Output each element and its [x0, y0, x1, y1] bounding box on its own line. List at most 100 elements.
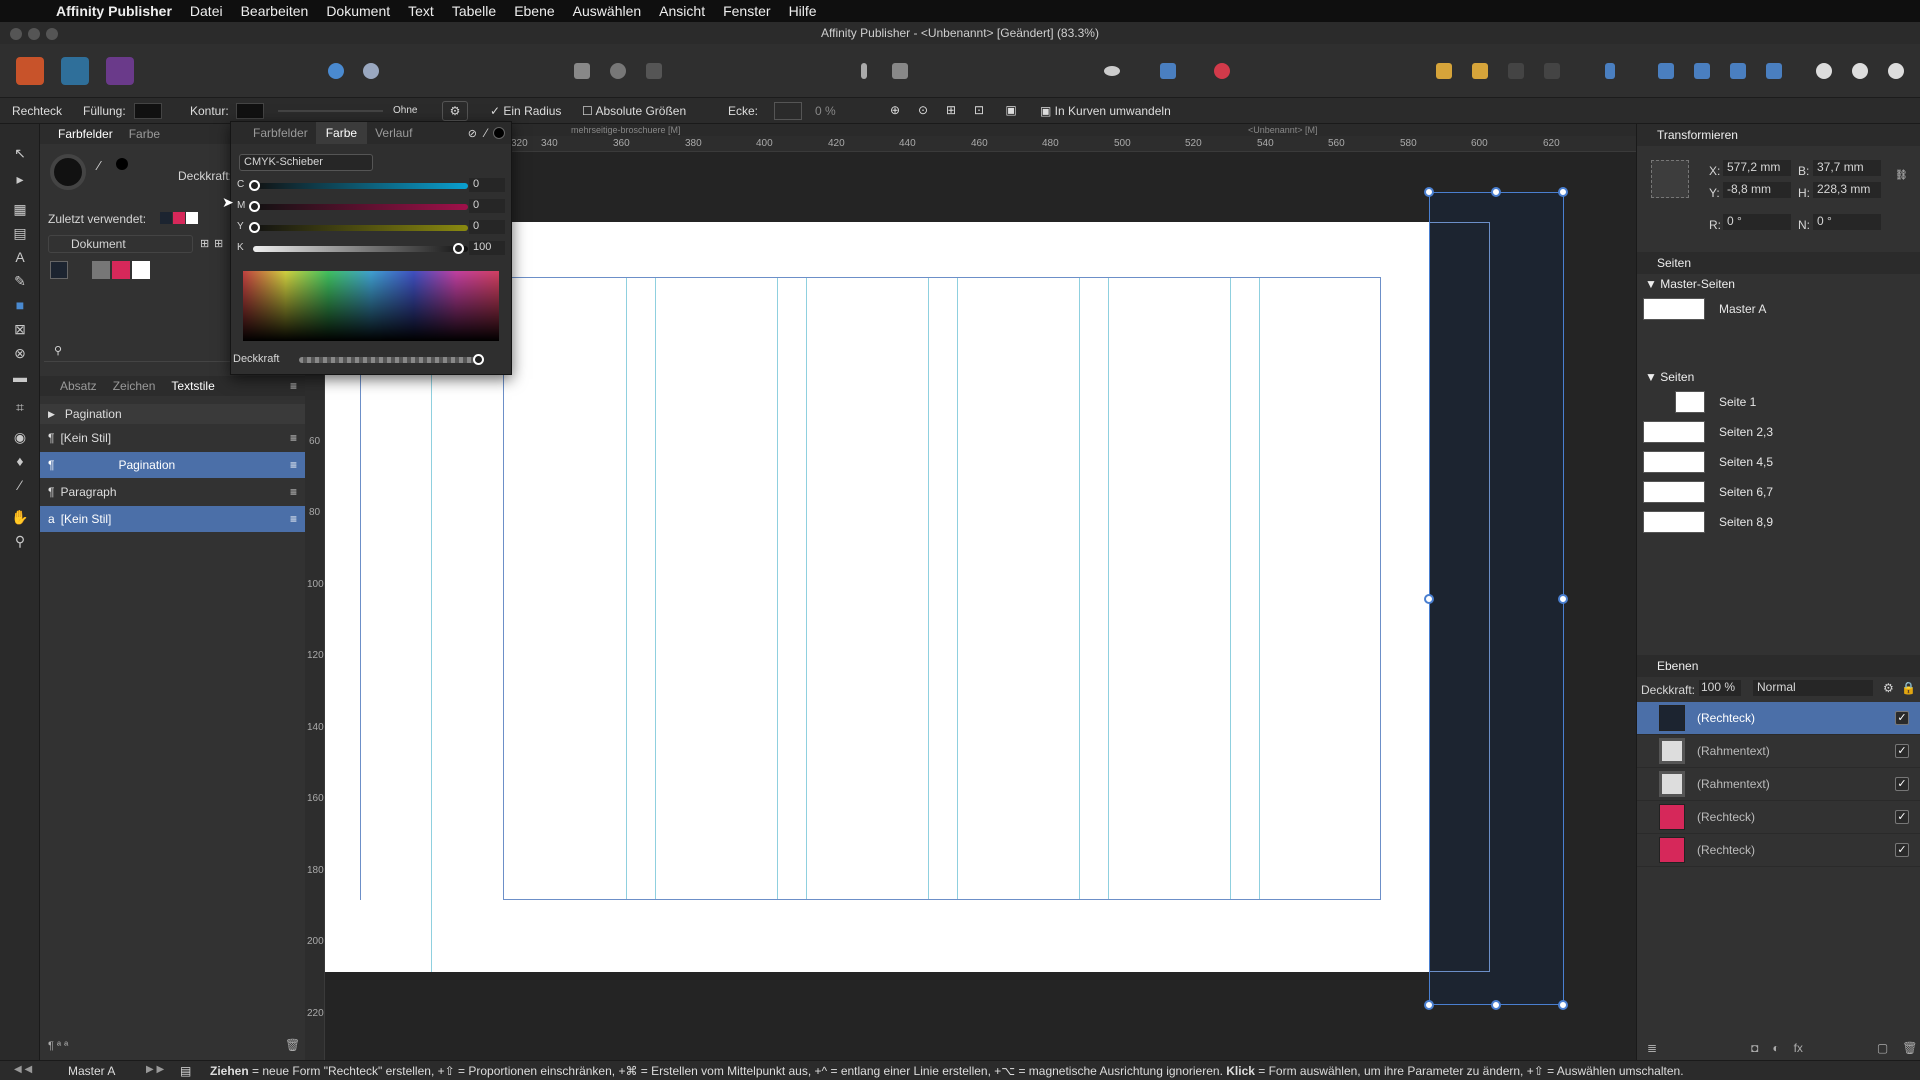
- preview-mode-icon[interactable]: [604, 57, 632, 85]
- pages-heading[interactable]: ▼ Seiten: [1645, 370, 1694, 384]
- layers-opacity-field[interactable]: 100 %: [1699, 680, 1741, 696]
- page-icon[interactable]: ▤: [180, 1064, 191, 1078]
- swatch-white[interactable]: [132, 261, 150, 279]
- style-footer-icons[interactable]: ¶ ª ª: [48, 1040, 68, 1052]
- w-field[interactable]: 37,7 mm: [1813, 160, 1881, 176]
- resize-handle[interactable]: [1558, 594, 1568, 604]
- add-swatch-icon[interactable]: ⊞: [200, 237, 209, 250]
- menu-ansicht[interactable]: Ansicht: [659, 3, 705, 19]
- fill-stroke-circle[interactable]: [50, 154, 86, 190]
- stroke-width-slider[interactable]: [278, 110, 383, 112]
- flip-horizontal-icon[interactable]: [1652, 57, 1680, 85]
- y-field[interactable]: -8,8 mm: [1723, 182, 1791, 198]
- tab-absatz[interactable]: Absatz: [52, 379, 105, 393]
- text-wrap-icon[interactable]: [886, 57, 914, 85]
- menu-fenster[interactable]: Fenster: [723, 3, 770, 19]
- recent-swatch-pink[interactable]: [173, 212, 185, 224]
- boolean-subtract-icon[interactable]: [1846, 57, 1874, 85]
- layer-visibility-checkbox[interactable]: ✓: [1895, 810, 1909, 824]
- layer-row[interactable]: (Rechteck) ✓: [1637, 834, 1920, 867]
- style-menu-icon[interactable]: ≡: [290, 431, 297, 445]
- color-spectrum[interactable]: [243, 271, 499, 341]
- preflight-icon[interactable]: [1098, 57, 1126, 85]
- slider-knob[interactable]: [249, 180, 260, 191]
- color-mode-select[interactable]: CMYK-Schieber: [239, 154, 373, 171]
- page-indicator[interactable]: Master A: [68, 1064, 115, 1078]
- page-item[interactable]: Seiten 8,9: [1643, 509, 1913, 535]
- close-window-button[interactable]: [10, 28, 22, 40]
- style-menu-icon[interactable]: ≡: [290, 458, 297, 472]
- cyan-value[interactable]: 0: [469, 178, 505, 192]
- layer-visibility-checkbox[interactable]: ✓: [1895, 711, 1909, 725]
- tab-zeichen[interactable]: Zeichen: [105, 379, 164, 393]
- trash-icon[interactable]: 🗑: [285, 1038, 300, 1052]
- table-tool-icon[interactable]: ▤: [9, 222, 31, 244]
- slider-knob[interactable]: [249, 201, 260, 212]
- eyedropper-tool-icon[interactable]: ⁄: [9, 474, 31, 496]
- publisher-persona-icon[interactable]: [16, 57, 44, 85]
- cyan-slider[interactable]: [253, 183, 468, 189]
- style-menu-icon[interactable]: ≡: [290, 512, 297, 526]
- master-page-item[interactable]: Master A: [1643, 296, 1913, 322]
- style-item[interactable]: ¶ [Kein Stil] ≡: [40, 425, 305, 451]
- arrange-backward-icon[interactable]: [1502, 57, 1530, 85]
- page-item[interactable]: Seiten 6,7: [1643, 479, 1913, 505]
- recent-swatch-dark[interactable]: [160, 212, 172, 224]
- resize-handle[interactable]: [1558, 187, 1568, 197]
- absolute-sizes-checkbox[interactable]: ☐ Absolute Größen: [582, 104, 686, 118]
- photo-persona-icon[interactable]: [106, 57, 134, 85]
- artistic-text-tool-icon[interactable]: A: [9, 246, 31, 268]
- page-item[interactable]: Seiten 2,3: [1643, 419, 1913, 445]
- share-icon[interactable]: [322, 57, 350, 85]
- move-tool-icon[interactable]: ↖: [9, 142, 31, 164]
- align-icon[interactable]: [1596, 57, 1624, 85]
- swatch-gray[interactable]: [92, 261, 110, 279]
- swatch-options-icon[interactable]: ⊞: [214, 237, 223, 250]
- popup-tab-farbe[interactable]: Farbe: [315, 122, 368, 144]
- rotate-left-icon[interactable]: [1724, 57, 1752, 85]
- mask-icon[interactable]: ◘: [1751, 1041, 1758, 1055]
- fill-swatch[interactable]: [134, 103, 162, 119]
- black-swatch-dot[interactable]: [116, 158, 128, 170]
- menu-text[interactable]: Text: [408, 3, 434, 19]
- layer-row[interactable]: (Rahmentext) ✓: [1637, 735, 1920, 768]
- menu-app-name[interactable]: Affinity Publisher: [56, 3, 172, 19]
- no-fill-icon[interactable]: ⊘: [468, 127, 477, 140]
- crop-tool-icon[interactable]: ⌗: [9, 396, 31, 418]
- doc-tab-2[interactable]: <Unbenannt> [M]: [1248, 125, 1318, 135]
- key-value[interactable]: 100: [469, 241, 505, 255]
- resize-handle[interactable]: [1424, 1000, 1434, 1010]
- layer-visibility-checkbox[interactable]: ✓: [1895, 843, 1909, 857]
- magenta-slider[interactable]: [253, 204, 468, 210]
- style-item[interactable]: a [Kein Stil] ≡: [40, 506, 305, 532]
- hand-tool-icon[interactable]: ✋: [9, 506, 31, 528]
- slider-knob[interactable]: [473, 354, 484, 365]
- magenta-value[interactable]: 0: [469, 199, 505, 213]
- scale-icon[interactable]: ⊡: [968, 99, 990, 121]
- menu-dokument[interactable]: Dokument: [326, 3, 390, 19]
- resize-handle[interactable]: [1491, 187, 1501, 197]
- recent-swatch-white[interactable]: [186, 212, 198, 224]
- rectangle-tool-icon[interactable]: ■: [9, 294, 31, 316]
- boolean-add-icon[interactable]: [1810, 57, 1838, 85]
- layer-row[interactable]: (Rechteck) ✓: [1637, 801, 1920, 834]
- transform-origin-icon[interactable]: ⊙: [912, 99, 934, 121]
- tab-textstile[interactable]: Textstile: [163, 379, 222, 393]
- popup-tab-verlauf[interactable]: Verlauf: [367, 126, 420, 140]
- resize-handle[interactable]: [1558, 1000, 1568, 1010]
- menu-datei[interactable]: Datei: [190, 3, 223, 19]
- layers-stack-icon[interactable]: ≣: [1647, 1041, 1657, 1055]
- zoom-window-button[interactable]: [46, 28, 58, 40]
- lock-icon[interactable]: 🔒: [1901, 681, 1916, 695]
- eyedropper-icon[interactable]: ⁄: [485, 126, 487, 140]
- resize-handle[interactable]: [1424, 594, 1434, 604]
- shear-field[interactable]: 0 °: [1813, 214, 1881, 230]
- anchor-grid[interactable]: [1651, 160, 1689, 198]
- gear-icon[interactable]: ⚙: [442, 101, 468, 121]
- snapping-grid-icon[interactable]: ▣: [1000, 99, 1022, 121]
- adjustment-icon[interactable]: ◐: [1772, 1041, 1779, 1055]
- baseline-grid-icon[interactable]: [1154, 57, 1182, 85]
- pen-tool-icon[interactable]: ✎: [9, 270, 31, 292]
- menu-ebene[interactable]: Ebene: [514, 3, 554, 19]
- yellow-value[interactable]: 0: [469, 220, 505, 234]
